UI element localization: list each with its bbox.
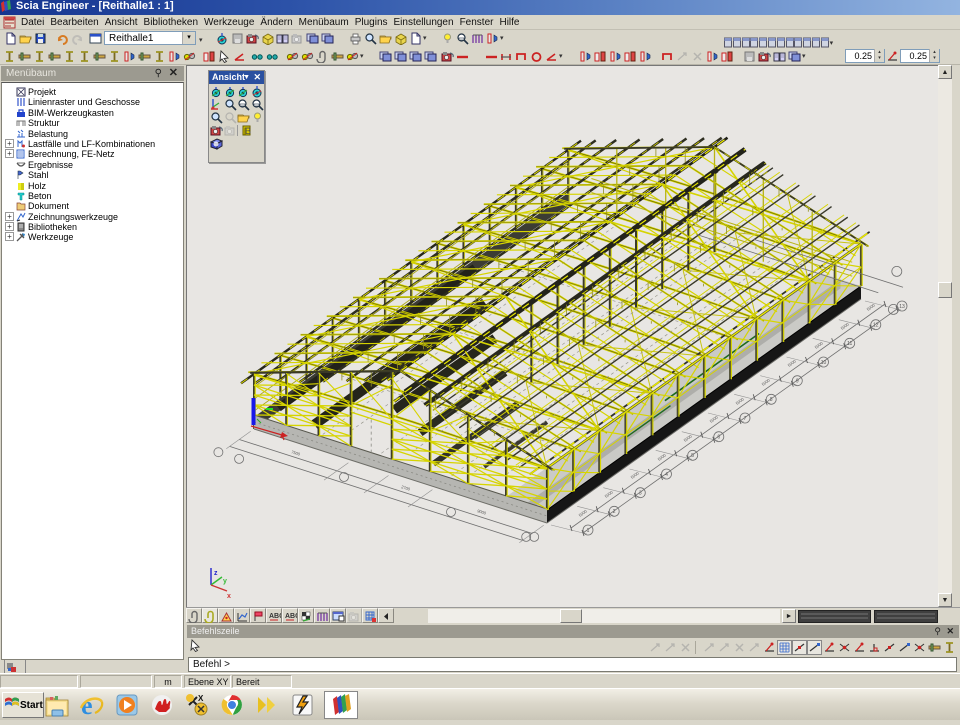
svg-text:1: 1 [587,528,590,534]
svg-text:x: x [227,593,231,600]
svg-text:12: 12 [873,323,879,329]
svg-text:11: 11 [847,341,852,347]
svg-text:z: z [214,570,218,577]
svg-text:9000: 9000 [477,508,488,516]
svg-text:ABC: ABC [285,613,297,620]
svg-text:13: 13 [899,304,905,310]
svg-text:ABC: ABC [269,613,281,620]
svg-text:B: B [245,126,251,136]
svg-text:y: y [223,578,227,585]
svg-text:9: 9 [796,379,799,385]
svg-text:8: 8 [770,397,773,403]
svg-text:3: 3 [639,491,642,497]
svg-text:5: 5 [691,453,694,459]
svg-text:2700: 2700 [401,484,412,492]
svg-text:5000: 5000 [604,489,615,499]
svg-text:10: 10 [821,360,827,366]
svg-text:5000: 5000 [761,377,772,387]
svg-text:7: 7 [744,416,747,422]
svg-text:2: 2 [613,509,616,515]
svg-text:4: 4 [665,472,668,478]
svg-text:6: 6 [717,435,720,441]
svg-text:7500: 7500 [291,449,302,457]
svg-text:X: X [198,694,204,703]
